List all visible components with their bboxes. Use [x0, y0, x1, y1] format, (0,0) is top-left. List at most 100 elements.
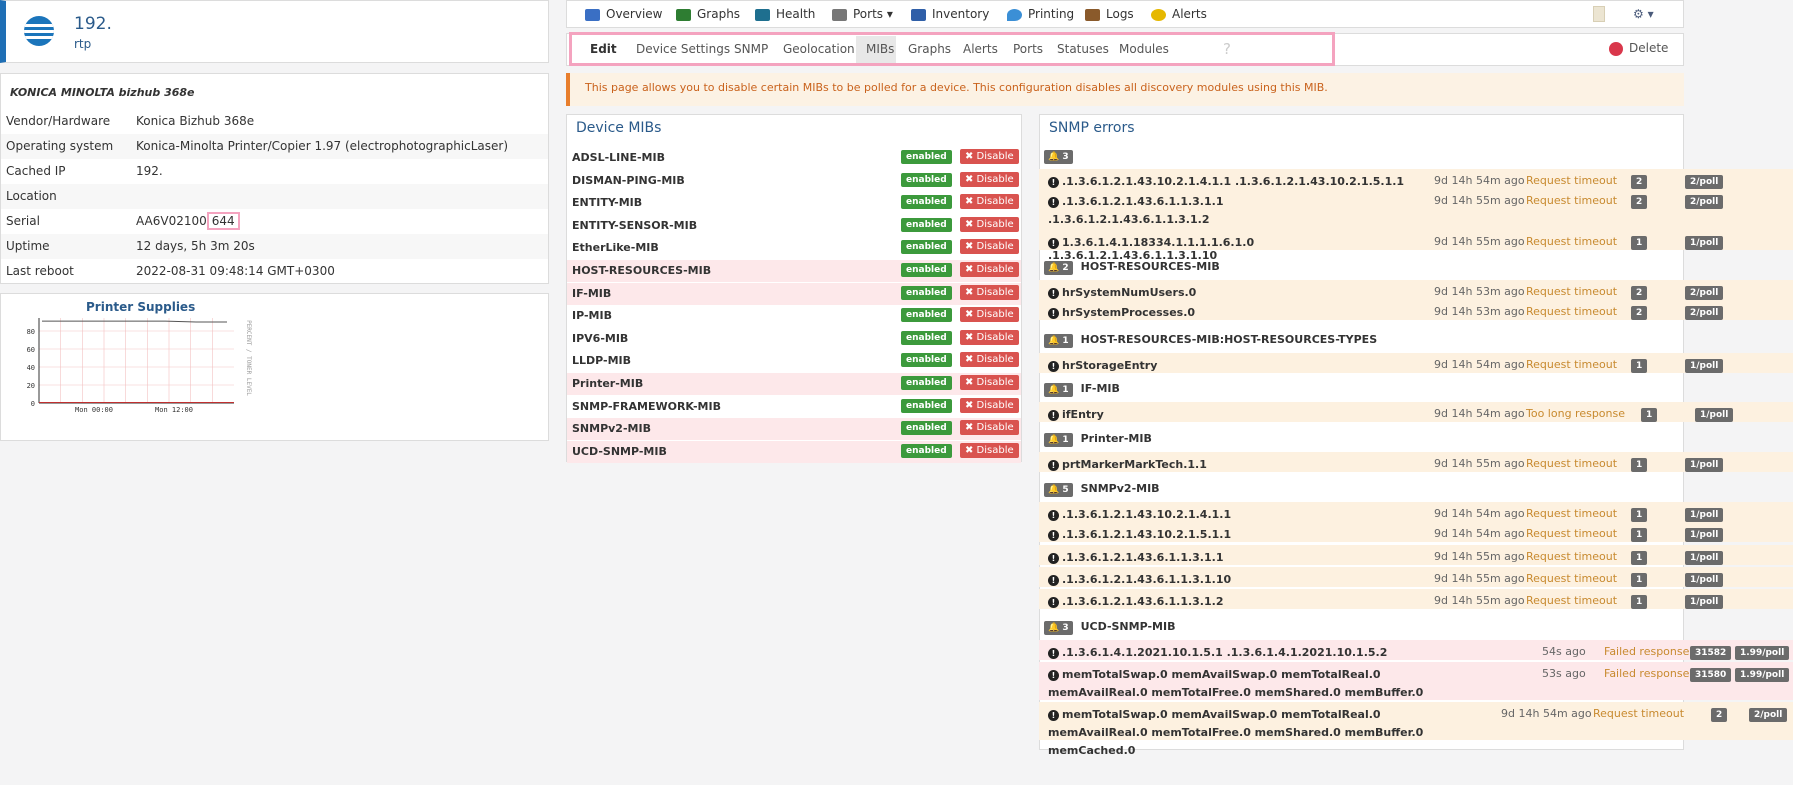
nav-inventory[interactable]: Inventory [911, 7, 989, 21]
disable-button[interactable]: ✖ Disable [960, 420, 1019, 436]
disable-button[interactable]: ✖ Disable [960, 329, 1019, 345]
error-rate-badge: 1/poll [1685, 573, 1724, 587]
error-age: 9d 14h 55m ago [1434, 457, 1525, 470]
exclamation-icon: ! [1048, 176, 1059, 188]
tab-mibs[interactable]: MIBs [866, 42, 894, 56]
mib-row: ADSL-LINE-MIB enabled ✖ Disable [567, 147, 1021, 169]
error-status: Request timeout [1526, 235, 1618, 248]
error-status: Request timeout [1526, 550, 1618, 563]
exclamation-icon: ! [1048, 647, 1059, 659]
supplies-title[interactable]: Printer Supplies [86, 300, 195, 314]
disable-button[interactable]: ✖ Disable [960, 284, 1019, 300]
tab-alerts[interactable]: Alerts [963, 42, 998, 56]
error-row: ! hrStorageEntry 9d 14h 54m ago Request t… [1039, 353, 1793, 373]
logs-icon [1085, 8, 1100, 21]
tab-ports[interactable]: Ports [1013, 42, 1043, 56]
disable-button[interactable]: ✖ Disable [960, 375, 1019, 390]
error-age: 9d 14h 53m ago [1434, 305, 1525, 318]
nav-alerts[interactable]: Alerts [1151, 7, 1207, 21]
disable-button[interactable]: ✖ Disable [960, 262, 1019, 277]
enabled-badge: enabled [901, 263, 952, 277]
error-rate-badge: 1/poll [1685, 551, 1724, 565]
error-group-header: 🔔 5 SNMPv2-MIB [1044, 482, 1160, 500]
error-row: ! .1.3.6.1.2.1.43.6.1.1.3.1.10 9d 14h 55m… [1039, 567, 1793, 587]
error-rate-badge: 1.99/poll [1735, 668, 1790, 682]
error-age: 9d 14h 55m ago [1434, 194, 1525, 207]
y-tick-label: 20 [27, 382, 35, 390]
tab-geolocation[interactable]: Geolocation [783, 42, 855, 56]
error-age: 9d 14h 54m ago [1434, 507, 1525, 520]
mib-name: IPV6-MIB [572, 331, 629, 345]
exclamation-icon: ! [1048, 360, 1059, 372]
disable-button[interactable]: ✖ Disable [960, 397, 1019, 413]
enabled-badge: enabled [901, 195, 952, 210]
graphs-icon [676, 8, 691, 21]
oid-text: hrSystemProcesses.0 [1062, 306, 1196, 319]
cached-ip-value: 192. [136, 164, 163, 178]
nav-health[interactable]: Health [755, 7, 815, 21]
nav-logs[interactable]: Logs [1085, 7, 1134, 21]
tab-snmp[interactable]: SNMP [734, 42, 768, 56]
nav-ports[interactable]: Ports ▾ [832, 7, 893, 21]
error-age: 9d 14h 54m ago [1434, 527, 1525, 540]
error-row: ! 1.3.6.1.4.1.18334.1.1.1.1.6.1.0 9d 14h … [1039, 230, 1793, 250]
info-row-uptime: Uptime 12 days, 5h 3m 20s [1, 234, 548, 259]
mib-name: IP-MIB [572, 309, 612, 323]
disable-button[interactable]: ✖ Disable [960, 442, 1019, 458]
disable-button[interactable]: ✖ Disable [960, 239, 1019, 255]
tab-device-settings[interactable]: Device Settings [636, 42, 730, 56]
device-nav-bar: Overview Graphs Health Ports ▾ Inventory… [566, 0, 1684, 28]
bell-count-badge: 🔔 1 [1044, 383, 1073, 397]
settings-menu[interactable]: ⚙ ▾ [1633, 7, 1654, 21]
error-count-badge: 2 [1631, 195, 1648, 209]
disable-button[interactable]: ✖ Disable [960, 352, 1019, 368]
enabled-badge: enabled [901, 308, 952, 323]
error-oid: ! ifEntry [1048, 406, 1448, 424]
error-row: ! hrSystemNumUsers.0 9d 14h 53m ago Reque… [1039, 280, 1793, 300]
error-oid: ! .1.3.6.1.2.1.43.6.1.1.3.1.2 [1048, 593, 1448, 611]
nav-graphs[interactable]: Graphs [676, 7, 740, 21]
ports-icon [832, 8, 847, 21]
tab-graphs[interactable]: Graphs [908, 42, 951, 56]
mib-row: SNMP-FRAMEWORK-MIB enabled ✖ Disable [567, 396, 1021, 418]
disable-button[interactable]: ✖ Disable [960, 149, 1019, 164]
mib-row: IF-MIB enabled ✖ Disable [567, 282, 1021, 305]
help-icon[interactable]: ? [1223, 40, 1231, 58]
exclamation-icon: ! [1048, 596, 1059, 608]
exclamation-icon: ! [1048, 709, 1059, 721]
disable-button[interactable]: ✖ Disable [960, 194, 1019, 210]
device-hostname[interactable]: 192. [74, 14, 112, 34]
info-row-os: Operating system Konica-Minolta Printer/C… [1, 134, 548, 159]
overview-icon [585, 8, 600, 21]
exclamation-icon: ! [1048, 196, 1059, 208]
exclamation-icon: ! [1048, 459, 1059, 471]
notes-icon[interactable] [1593, 6, 1605, 22]
group-name: Printer-MIB [1080, 432, 1152, 445]
disable-button[interactable]: ✖ Disable [960, 307, 1019, 323]
error-row: ! hrSystemProcesses.0 9d 14h 53m ago Requ… [1039, 300, 1793, 320]
error-age: 9d 14h 54m ago [1434, 358, 1525, 371]
disable-button[interactable]: ✖ Disable [960, 216, 1019, 232]
delete-button[interactable]: Delete [1609, 41, 1668, 56]
printer-supplies-panel: Printer Supplies 0 20 40 60 80 Mon 00:00 Mon 1… [0, 293, 549, 441]
chevron-down-icon: ▾ [886, 7, 893, 21]
enabled-badge: enabled [901, 421, 952, 436]
nav-label: Inventory [932, 7, 990, 21]
enabled-badge: enabled [901, 172, 952, 187]
mib-name: Printer-MIB [572, 377, 644, 390]
nav-overview[interactable]: Overview [585, 7, 663, 21]
mib-name: ENTITY-SENSOR-MIB [572, 218, 698, 232]
nav-printing[interactable]: Printing [1007, 7, 1074, 21]
group-count: 1 [1062, 336, 1069, 346]
tab-statuses[interactable]: Statuses [1057, 42, 1109, 56]
supplies-chart[interactable]: 0 20 40 60 80 Mon 00:00 Mon 12:00 PERCENT / TON… [9, 318, 259, 436]
mib-row: EtherLike-MIB enabled ✖ Disable [567, 237, 1021, 259]
tab-modules[interactable]: Modules [1119, 42, 1169, 56]
enabled-badge: enabled [901, 240, 952, 255]
disable-button[interactable]: ✖ Disable [960, 171, 1019, 187]
error-row: ! .1.3.6.1.2.1.43.6.1.1.3.1.1 .1.3.6.1.2.… [1039, 189, 1793, 262]
error-count-badge: 2 [1631, 175, 1648, 189]
mib-name: ENTITY-MIB [572, 196, 643, 210]
enabled-badge: enabled [901, 353, 952, 368]
device-mibs-panel: Device MIBs ADSL-LINE-MIB enabled ✖ Disa… [566, 114, 1022, 463]
